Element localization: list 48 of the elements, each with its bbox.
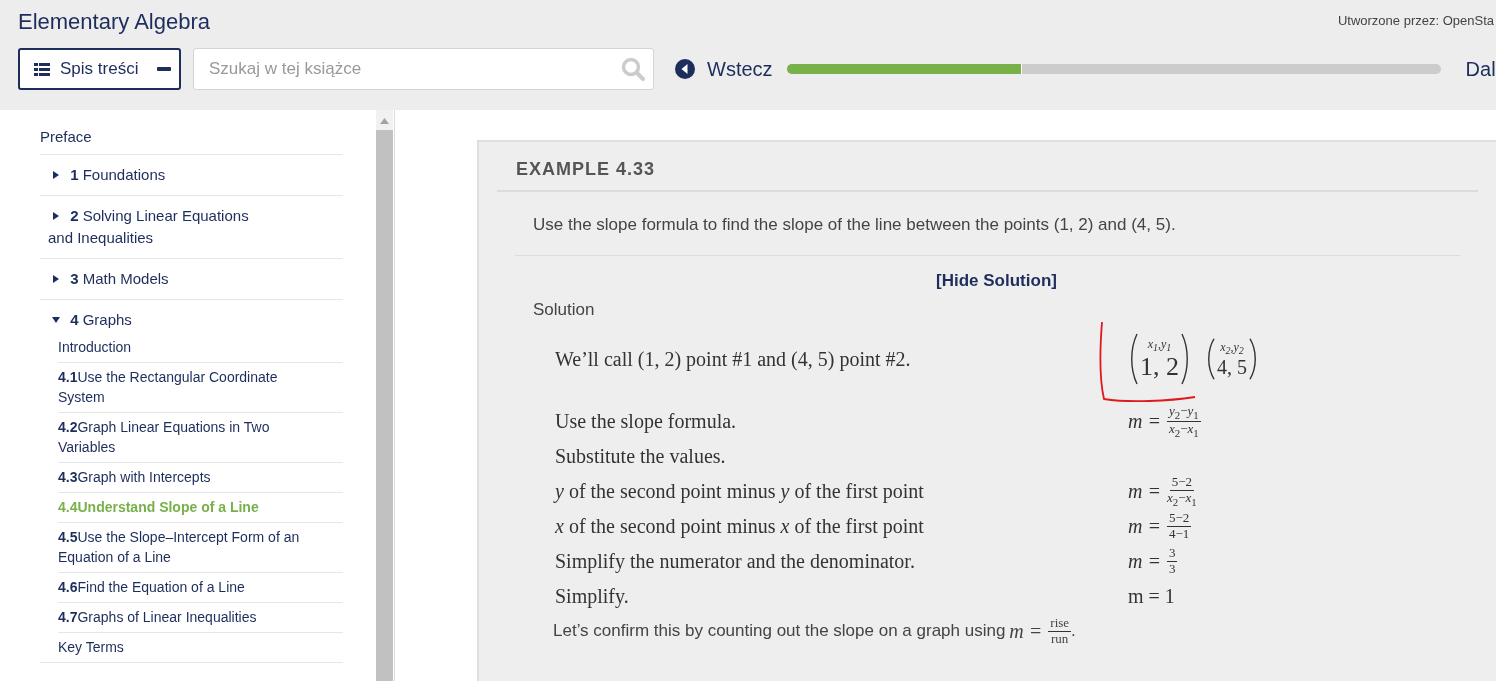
slope-equation: m = y$_{2}$−y$_{1}$ x$_{2}$−x$_{1}$ xyxy=(1128,403,1201,440)
step-text: Simplify. xyxy=(555,585,630,608)
search-icon[interactable] xyxy=(621,57,645,81)
solution-label: Solution xyxy=(533,300,596,320)
caret-right-icon xyxy=(52,212,60,220)
hide-solution-link[interactable]: [Hide Solution] xyxy=(936,271,1057,290)
credit-text: Utworzone przez: OpenSta xyxy=(1337,13,1495,28)
toc-chapter-link[interactable]: 4 Graphs xyxy=(40,309,343,331)
example-title: EXAMPLE 4.33 xyxy=(497,142,1478,192)
toc-section-link[interactable]: Key Terms xyxy=(58,637,343,657)
right-parenthesis-icon xyxy=(1249,338,1257,380)
point-expression: x$_{1}$,y$_{1}$ 1, 2 xyxy=(1128,333,1191,385)
toc-button[interactable]: Spis treści xyxy=(18,48,181,90)
toc-section-link[interactable]: 4.5Use the Slope–Intercept Form of an Equation of a Line xyxy=(58,527,343,567)
point-expression: x$_{2}$,y$_{2}$ 4, 5 xyxy=(1205,338,1259,380)
step-text: Simplify the numerator and the denominator. xyxy=(555,550,916,573)
list-icon xyxy=(34,62,50,76)
toc-section-link[interactable]: Introduction xyxy=(58,337,343,357)
toc-section-link[interactable]: 4.1Use the Rectangular Coordinate System xyxy=(58,367,343,407)
step-text: Substitute the values. xyxy=(555,445,727,468)
scroll-up-icon xyxy=(380,118,389,124)
search-field[interactable]: Szukaj w tej książce xyxy=(193,48,654,90)
left-arrow-circle-icon xyxy=(675,59,695,79)
step-text: y of the second point minus y of the first point xyxy=(555,480,925,503)
left-parenthesis-icon xyxy=(1130,333,1138,385)
back-link[interactable]: Wstecz xyxy=(675,57,773,81)
right-parenthesis-icon xyxy=(1181,333,1189,385)
caret-right-icon xyxy=(52,275,60,283)
toc-chapter-link[interactable]: 1 Foundations xyxy=(40,164,343,186)
caret-right-icon xyxy=(52,171,60,179)
slope-equation: m = 1 xyxy=(1128,585,1175,608)
step-text: x of the second point minus x of the first point xyxy=(555,515,925,538)
minus-icon xyxy=(157,67,171,71)
left-parenthesis-icon xyxy=(1207,338,1215,380)
toc-section-link[interactable]: 4.3Graph with Intercepts xyxy=(58,467,343,487)
step-text: Use the slope formula. xyxy=(555,410,738,433)
toc-chapter-link[interactable]: 3 Math Models xyxy=(40,268,343,290)
toc-chapter-link[interactable]: 2 Solving Linear Equations and Inequalities xyxy=(40,205,343,249)
book-title[interactable]: Elementary Algebra xyxy=(18,9,210,35)
step-text: We’ll call (1, 2) point #1 and (4, 5) point #2. xyxy=(555,347,912,371)
next-link[interactable]: Dal xyxy=(1465,57,1496,81)
problem-text: Use the slope formula to find the slope of the line between the points (1, 2) and (4, 5). xyxy=(515,215,1460,256)
toc-chapter-link[interactable]: Preface xyxy=(40,126,343,148)
toc-section-link[interactable]: 4.2Graph Linear Equations in Two Variables xyxy=(58,417,343,457)
toc-section-link[interactable]: 4.6Find the Equation of a Line xyxy=(58,577,343,597)
toc-section-link[interactable]: 4.7Graphs of Linear Inequalities xyxy=(58,607,343,627)
slope-equation: m = 5−2 x$_{2}$−x$_{1}$ xyxy=(1128,475,1197,508)
caret-down-icon xyxy=(52,316,60,324)
